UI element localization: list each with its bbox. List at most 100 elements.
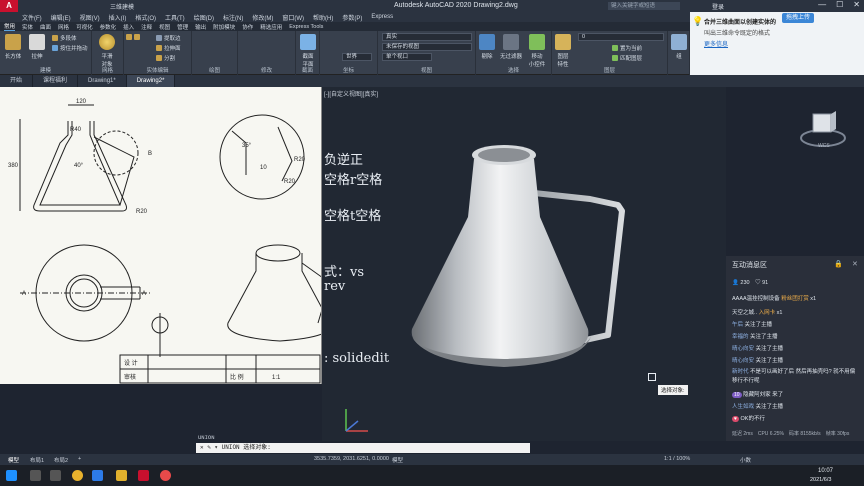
- dim-r20-detail: R20: [294, 157, 306, 163]
- dim-40deg: 40°: [74, 163, 84, 169]
- menu-bar: 文件(F) 编辑(E) 视图(V) 插入(I) 格式(O) 工具(T) 绘图(D…: [0, 12, 690, 22]
- model-space-toggle[interactable]: 模型: [392, 456, 403, 464]
- annotation-scale[interactable]: 1:1 / 100%: [664, 456, 690, 462]
- tab-addins[interactable]: 附加模块: [213, 23, 235, 31]
- maximize-icon[interactable]: ☐: [836, 0, 843, 9]
- browser-icon[interactable]: [92, 470, 103, 481]
- section-plane-button[interactable]: 截面 平面: [297, 34, 319, 68]
- pickbox-cursor: [648, 373, 656, 381]
- group-solid-editing: 提取边 拉伸面 分割 实体编辑: [124, 31, 192, 75]
- window-title: Autodesk AutoCAD 2020 Drawing2.dwg: [394, 2, 518, 9]
- folder-icon[interactable]: [116, 470, 127, 481]
- move-gizmo-button[interactable]: 移动 小控件: [526, 34, 548, 68]
- tab-solid[interactable]: 实体: [22, 23, 33, 31]
- chrome-icon[interactable]: [72, 470, 83, 481]
- viewcube[interactable]: WCS: [798, 108, 848, 152]
- tab-manage[interactable]: 管理: [177, 23, 188, 31]
- tab-mesh[interactable]: 网格: [58, 23, 69, 31]
- box-button[interactable]: 长方体: [2, 34, 24, 60]
- upload-button[interactable]: 拖拽上传: [782, 13, 814, 23]
- tab-collaborate[interactable]: 协作: [242, 23, 253, 31]
- menu-insert[interactable]: 插入(I): [109, 13, 127, 22]
- tab-surface[interactable]: 曲面: [40, 23, 51, 31]
- no-filter-button[interactable]: 无过滤器: [500, 34, 522, 60]
- saved-view-combo[interactable]: 未保存的视图: [382, 43, 472, 51]
- coordinates-readout: 3535.7359, 2031.6251, 0.0000: [314, 456, 389, 462]
- task-view-icon[interactable]: [50, 470, 61, 481]
- units-display[interactable]: 小数: [740, 456, 751, 464]
- tab-home[interactable]: 常用: [4, 22, 16, 31]
- notification-more-link[interactable]: 更多信息: [704, 39, 728, 48]
- ucs-combo[interactable]: 世界: [342, 53, 372, 61]
- menu-view[interactable]: 视图(V): [80, 13, 100, 22]
- overlay-line-1: 负逆正: [324, 153, 364, 168]
- group-button[interactable]: 组: [668, 34, 690, 60]
- match-layer-button[interactable]: 匹配图层: [612, 54, 642, 62]
- tab-visualize[interactable]: 可视化: [76, 23, 93, 31]
- viewport-config-combo[interactable]: 单个视口: [382, 53, 432, 61]
- label-a-left: A: [22, 291, 26, 297]
- extract-edges-button[interactable]: 提取边: [156, 34, 181, 42]
- layout-tab-1[interactable]: 布局1: [30, 456, 44, 464]
- tab-insert[interactable]: 插入: [123, 23, 134, 31]
- autocad-logo-icon[interactable]: A: [0, 0, 18, 12]
- menu-window[interactable]: 窗口(W): [282, 13, 304, 22]
- live-app-icon[interactable]: [160, 470, 171, 481]
- menu-express[interactable]: Express: [371, 14, 393, 20]
- tab-drawing2[interactable]: Drawing2*: [126, 75, 176, 87]
- menu-modify[interactable]: 修改(M): [252, 13, 273, 22]
- separate-button[interactable]: 分割: [156, 54, 175, 62]
- extrude-button[interactable]: 拉伸: [26, 34, 48, 60]
- menu-format[interactable]: 格式(O): [135, 13, 156, 22]
- tab-annotate[interactable]: 注释: [141, 23, 152, 31]
- visual-style-combo[interactable]: 真实: [382, 33, 472, 41]
- close-panel-icon[interactable]: ✕: [852, 260, 858, 268]
- command-line-input[interactable]: ✕ ✎ ▾ UNION 选择对象:: [196, 443, 530, 453]
- union-icons[interactable]: [126, 34, 140, 40]
- login-button[interactable]: 登录: [712, 2, 724, 11]
- menu-tools[interactable]: 工具(T): [165, 13, 185, 22]
- tab-express-tools[interactable]: Express Tools: [289, 24, 323, 30]
- group-modeling: 长方体 拉伸 多段体 按住并拖动 建模: [0, 31, 92, 75]
- menu-draw[interactable]: 绘图(D): [194, 13, 214, 22]
- section-plane-icon: [300, 34, 316, 50]
- layout-tab-model[interactable]: 模型: [8, 456, 19, 464]
- layer-properties-button[interactable]: 图层 特性: [552, 34, 574, 68]
- make-current-button[interactable]: 置为当前: [612, 44, 642, 52]
- search-icon[interactable]: [30, 470, 41, 481]
- menu-params[interactable]: 参数(P): [342, 13, 362, 22]
- lock-icon[interactable]: 🔒: [834, 260, 843, 268]
- title-scale: 比 例: [230, 373, 244, 381]
- workspace-selector[interactable]: 三维建模: [110, 2, 134, 11]
- menu-file[interactable]: 文件(F): [22, 13, 42, 22]
- menu-edit[interactable]: 编辑(E): [51, 13, 71, 22]
- group-layers: 图层 特性 0 置为当前 匹配图层 图层: [552, 31, 668, 75]
- live-panel-title: 互动消息区: [732, 262, 767, 269]
- tab-featured[interactable]: 精选应用: [260, 23, 282, 31]
- menu-dimension[interactable]: 标注(N): [223, 13, 243, 22]
- presspull-button[interactable]: 按住并拖动: [52, 44, 88, 52]
- tab-drawing1[interactable]: Drawing1*: [78, 75, 127, 87]
- start-icon[interactable]: [6, 470, 17, 481]
- culling-button[interactable]: 剔除: [476, 34, 498, 60]
- tab-output[interactable]: 输出: [195, 23, 206, 31]
- tab-parametric[interactable]: 参数化: [100, 23, 117, 31]
- minimize-icon[interactable]: —: [818, 0, 826, 9]
- layer-combo[interactable]: 0: [578, 33, 664, 41]
- autocad-taskbar-icon[interactable]: [138, 470, 149, 481]
- layout-tab-2[interactable]: 布局2: [54, 456, 68, 464]
- extrude-faces-button[interactable]: 拉伸面: [156, 44, 181, 52]
- add-layout-icon[interactable]: +: [78, 456, 81, 462]
- tab-course[interactable]: 课程福利: [33, 75, 79, 87]
- live-row-7: 新时代 不是可以画好了后 然后再抽壳吗? 就不用偏移行不行呢: [732, 369, 856, 384]
- menu-help[interactable]: 帮助(H): [313, 13, 333, 22]
- tab-start[interactable]: 开始: [0, 75, 34, 87]
- wcs-label[interactable]: WCS: [818, 143, 830, 149]
- tab-view[interactable]: 视图: [159, 23, 170, 31]
- model-viewport[interactable]: 负逆正 空格r空格 空格t空格 式：vs rev : solidedit 选择对…: [322, 87, 726, 441]
- search-input[interactable]: 键入关键字或短语: [608, 2, 680, 10]
- smooth-object-button[interactable]: 平滑 对象: [96, 34, 118, 68]
- close-icon[interactable]: ✕: [853, 0, 860, 9]
- polysolid-button[interactable]: 多段体: [52, 34, 77, 42]
- viewport-label[interactable]: [-][自定义视图][真实]: [324, 89, 378, 98]
